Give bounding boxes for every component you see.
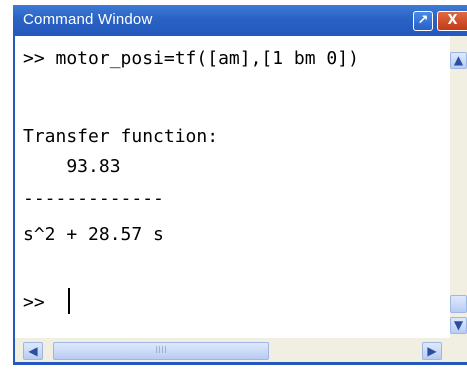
horizontal-scroll-thumb[interactable]: IIII [53, 342, 269, 360]
output-heading: Transfer function: [23, 126, 219, 147]
scroll-right-icon[interactable]: ▶ [422, 342, 442, 360]
text-cursor [68, 288, 70, 314]
console-output[interactable]: >> motor_posi=tf([am],[1 bm 0]) Transfer… [13, 36, 450, 338]
vertical-scroll-thumb[interactable] [450, 295, 467, 313]
scrollbar-corner [450, 338, 467, 362]
denominator-text: s^2 + 28.57 s [23, 224, 164, 245]
vertical-scrollbar[interactable]: ▲ ▼ [450, 36, 467, 338]
command-window: Command Window ↗ X >> motor_posi=tf([am]… [13, 5, 467, 367]
scroll-left-icon[interactable]: ◀ [23, 342, 43, 360]
scroll-up-icon[interactable]: ▲ [450, 52, 467, 69]
command-prompt[interactable]: >> [23, 292, 56, 314]
undock-icon[interactable]: ↗ [413, 11, 433, 31]
numerator-text: 93.83 [23, 156, 121, 177]
window-title: Command Window [23, 11, 153, 28]
horizontal-scrollbar[interactable]: ◀ IIII ▶ [13, 338, 450, 362]
window-bottom-border [13, 362, 467, 365]
fraction-bar: ------------- [23, 188, 164, 209]
scroll-down-icon[interactable]: ▼ [450, 317, 467, 334]
title-bar[interactable]: Command Window ↗ X [13, 5, 467, 36]
command-line: >> motor_posi=tf([am],[1 bm 0]) [23, 48, 359, 69]
close-icon[interactable]: X [437, 11, 467, 31]
